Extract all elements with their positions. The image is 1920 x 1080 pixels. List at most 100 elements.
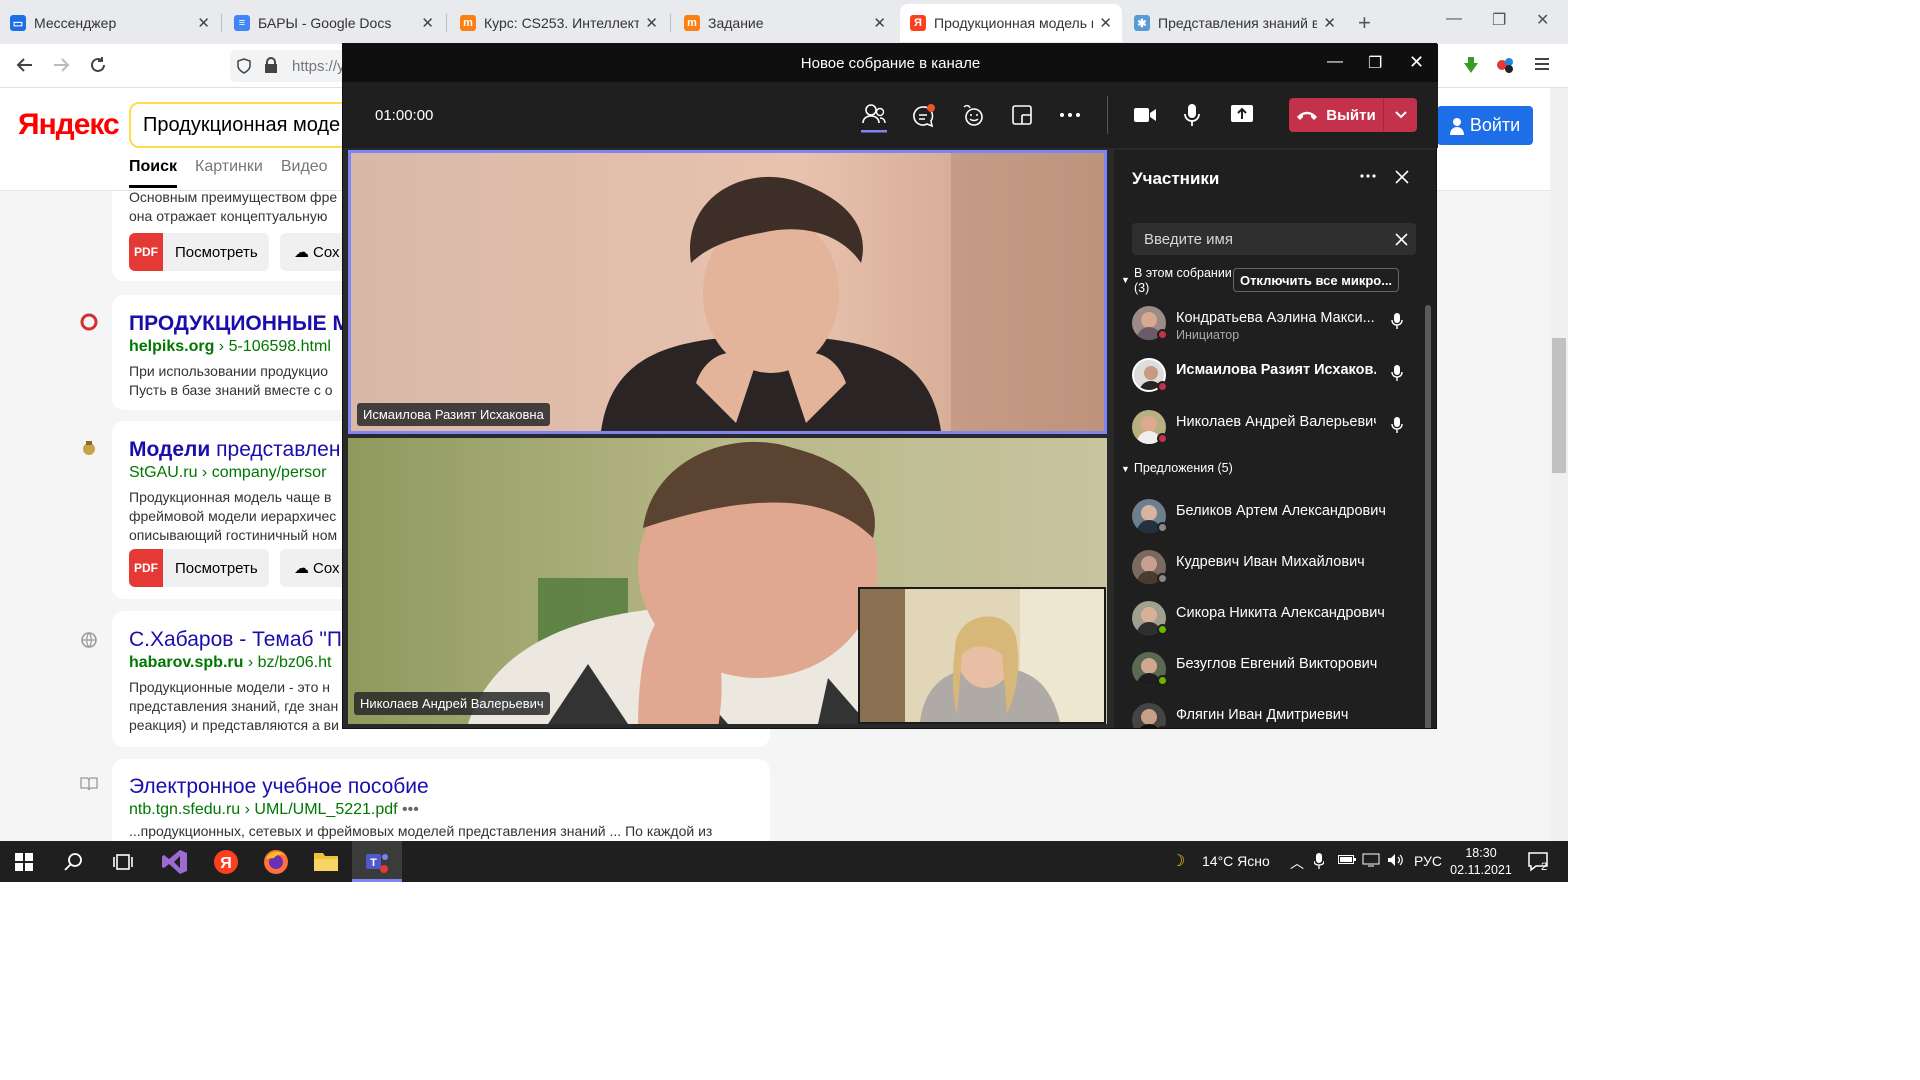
teams-taskbar-button[interactable]: T xyxy=(352,841,402,882)
cloud-icon: ☁ xyxy=(294,244,309,261)
window-close-icon[interactable]: ✕ xyxy=(1536,10,1549,30)
suggestion-item[interactable]: Кудревич Иван Михайлович xyxy=(1132,546,1422,586)
microphone-tray-icon[interactable] xyxy=(1314,853,1324,869)
minimize-icon[interactable]: — xyxy=(1446,10,1462,28)
result-title[interactable]: Электронное учебное пособие xyxy=(129,775,429,799)
more-icon[interactable]: ••• xyxy=(402,801,419,818)
extension-icon[interactable] xyxy=(1462,56,1480,74)
participants-icon[interactable] xyxy=(861,103,887,133)
battery-icon[interactable] xyxy=(1338,853,1356,865)
view-pdf-button[interactable]: PDF Посмотреть xyxy=(129,549,269,587)
tab-messenger[interactable]: ▭ Мессенджер ✕ xyxy=(0,4,220,42)
tab-google-docs[interactable]: ≡ БАРЫ - Google Docs ✕ xyxy=(224,4,444,42)
window-close-icon[interactable]: ✕ xyxy=(1409,52,1424,73)
url-path: › bz/bz06.ht xyxy=(243,654,332,671)
participant-item[interactable]: Исмаилова Разият Исхаков... xyxy=(1132,354,1422,394)
microphone-icon[interactable] xyxy=(1184,103,1200,127)
suggestions-section[interactable]: ▼ Предложения (5) xyxy=(1121,461,1233,475)
result-url[interactable]: ntb.tgn.sfedu.ru › UML/UML_5221.pdf ••• xyxy=(129,801,419,819)
participant-item[interactable]: Николаев Андрей Валерьевич xyxy=(1132,406,1422,446)
participant-item[interactable]: Кондратьева Аэлина Макси... Инициатор xyxy=(1132,302,1422,342)
extension-icon[interactable] xyxy=(1496,56,1516,74)
book-icon xyxy=(80,776,98,794)
firefox-icon[interactable] xyxy=(263,849,289,875)
self-video-preview[interactable] xyxy=(858,587,1106,724)
chevron-up-icon[interactable]: ︿ xyxy=(1290,853,1304,873)
suggestion-item[interactable]: Беликов Артем Александрович xyxy=(1132,495,1422,535)
suggestion-item[interactable]: Безуглов Евгений Викторович xyxy=(1132,648,1422,688)
yandex-logo[interactable]: Яндекс xyxy=(18,108,120,142)
volume-icon[interactable] xyxy=(1387,853,1405,867)
menu-icon[interactable] xyxy=(1534,56,1550,72)
panel-scrollbar[interactable] xyxy=(1425,305,1431,728)
moon-weather-icon[interactable]: ☽ xyxy=(1171,851,1185,871)
result-url[interactable]: helpiks.org › 5-106598.html xyxy=(129,338,331,356)
close-icon[interactable]: ✕ xyxy=(645,14,658,32)
language-indicator[interactable]: РУС xyxy=(1414,853,1442,869)
reload-icon[interactable] xyxy=(89,56,107,74)
view-pdf-button[interactable]: PDF Посмотреть xyxy=(129,233,269,271)
snippet-line: описывающий гостиничный ном xyxy=(129,527,338,543)
leave-main[interactable]: Выйти xyxy=(1289,107,1383,124)
result-title[interactable]: ПРОДУКЦИОННЫЕ М xyxy=(129,312,350,336)
view-label: Посмотреть xyxy=(175,559,258,577)
url-host: StGAU.ru xyxy=(129,464,198,481)
in-meeting-section[interactable]: ▼ xyxy=(1121,271,1134,286)
suggestion-item[interactable]: Сикора Никита Александрович xyxy=(1132,597,1422,637)
tab-knowledge[interactable]: ✱ Представления знаний в инт ✕ xyxy=(1124,4,1346,42)
tab-video[interactable]: Видео xyxy=(281,158,328,188)
tab-title: Продукционная модель при xyxy=(934,15,1093,31)
result-title[interactable]: С.Хабаров - Темаб "П xyxy=(129,628,342,652)
maximize-icon[interactable]: ❐ xyxy=(1492,10,1506,30)
avatar xyxy=(1132,703,1166,728)
suggestion-item[interactable]: Флягин Иван Дмитриевич xyxy=(1132,699,1422,728)
minimize-icon[interactable]: — xyxy=(1327,53,1343,71)
file-explorer-icon[interactable] xyxy=(313,849,339,873)
tab-title: Курс: CS253. Интеллектуальн xyxy=(484,15,640,31)
result-url[interactable]: StGAU.ru › company/persor xyxy=(129,464,326,482)
clear-search-icon[interactable] xyxy=(1395,233,1408,246)
result-title[interactable]: Модели представлен xyxy=(129,438,340,462)
tab-yandex-search[interactable]: Я Продукционная модель при ✕ xyxy=(900,4,1122,42)
tab-search[interactable]: Поиск xyxy=(129,158,178,188)
close-icon[interactable]: ✕ xyxy=(873,14,886,32)
close-icon[interactable]: ✕ xyxy=(421,14,434,32)
network-icon[interactable] xyxy=(1362,853,1380,867)
leave-button[interactable]: Выйти xyxy=(1289,98,1417,132)
weather-text[interactable]: 14°C Ясно xyxy=(1202,853,1270,869)
tab-assignment[interactable]: m Задание ✕ xyxy=(674,4,896,42)
yandex-browser-icon[interactable]: Я xyxy=(213,849,239,875)
restore-icon[interactable]: ❐ xyxy=(1368,53,1382,73)
close-icon[interactable]: ✕ xyxy=(1323,14,1336,32)
search-icon[interactable] xyxy=(64,852,84,872)
reactions-icon[interactable] xyxy=(960,103,986,129)
login-button[interactable]: Войти xyxy=(1437,106,1533,145)
close-icon[interactable]: ✕ xyxy=(197,14,210,32)
page-scrollbar-thumb[interactable] xyxy=(1552,338,1566,473)
windows-start-icon[interactable] xyxy=(15,853,33,871)
camera-icon[interactable] xyxy=(1133,106,1157,124)
status-badge xyxy=(1157,573,1168,584)
globe-icon xyxy=(80,631,98,649)
chevron-down-icon[interactable] xyxy=(1383,98,1417,132)
video-tile-ismailova[interactable]: Исмаилова Разият Исхаковна xyxy=(348,150,1107,434)
forward-icon[interactable] xyxy=(52,56,70,74)
chat-icon[interactable] xyxy=(911,103,937,129)
mute-all-button[interactable]: Отключить все микро... xyxy=(1233,268,1399,292)
result-url[interactable]: habarov.spb.ru › bz/bz06.ht xyxy=(129,654,331,672)
rooms-icon[interactable] xyxy=(1010,103,1034,127)
tab-images[interactable]: Картинки xyxy=(195,158,263,188)
close-panel-icon[interactable] xyxy=(1395,170,1409,184)
close-icon[interactable]: ✕ xyxy=(1099,14,1112,32)
clock[interactable]: 18:30 02.11.2021 xyxy=(1450,845,1512,879)
more-options-icon[interactable] xyxy=(1360,174,1376,178)
task-view-icon[interactable] xyxy=(113,852,133,872)
more-options-icon[interactable] xyxy=(1059,112,1081,118)
share-screen-icon[interactable] xyxy=(1230,103,1254,125)
back-icon[interactable] xyxy=(16,56,34,74)
participant-search-input[interactable]: Введите имя xyxy=(1132,223,1416,255)
participant-name: Безуглов Евгений Викторович xyxy=(1176,656,1378,672)
tab-course[interactable]: m Курс: CS253. Интеллектуальн ✕ xyxy=(450,4,668,42)
visual-studio-icon[interactable] xyxy=(162,849,188,875)
new-tab-icon[interactable]: + xyxy=(1358,10,1371,36)
